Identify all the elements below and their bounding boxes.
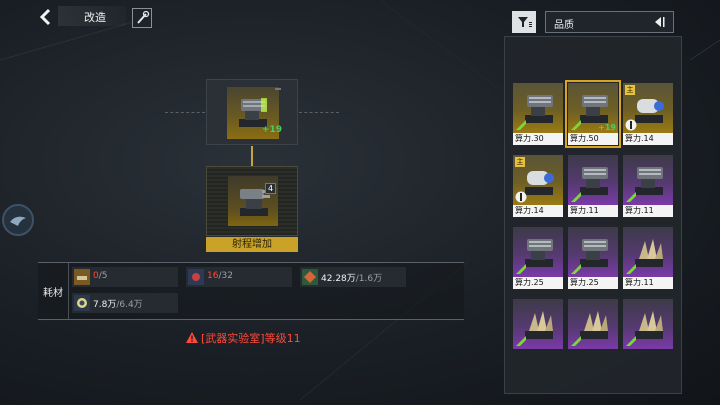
materials-title: 耗材 — [43, 288, 63, 299]
upgrade-arrow-icon — [516, 336, 526, 346]
card-power: 算力.25 — [568, 277, 618, 289]
inventory-card[interactable]: 算力.30 — [513, 83, 563, 145]
material-item[interactable]: 42.28万/1.6万 — [300, 267, 406, 287]
card-art — [513, 83, 563, 133]
coin-icon — [74, 295, 90, 311]
material-have: 7.8万 — [93, 300, 117, 310]
page-title: 改造 — [84, 11, 106, 24]
card-power: 算力.30 — [513, 133, 563, 145]
upgrade-arrow-icon — [571, 120, 581, 130]
item-count-badge — [275, 88, 281, 90]
upgrade-arrow-icon — [571, 336, 581, 346]
gatling-turret-icon — [239, 98, 267, 127]
card-art — [623, 155, 673, 205]
card-upgrade-level: +19 — [598, 123, 616, 132]
upgrade-arrow-icon — [516, 120, 526, 130]
sort-order-icon — [655, 17, 665, 27]
inventory-card[interactable]: 算力.11 — [623, 155, 673, 217]
card-power: 算力.11 — [623, 205, 673, 217]
inventory-card[interactable] — [568, 299, 618, 361]
bird-emblem-icon — [10, 216, 26, 226]
main-tag: 主 — [625, 85, 635, 95]
material-have: 42.28万 — [321, 274, 356, 284]
card-power: 算力.25 — [513, 277, 563, 289]
material-need: /5 — [98, 271, 108, 281]
wrench-button[interactable] — [132, 8, 152, 28]
wrench-icon — [137, 10, 150, 24]
inventory-card[interactable]: 主算力.14 — [513, 155, 563, 217]
material-item[interactable]: 16/32 — [186, 267, 292, 287]
upgrade-arrow-icon — [626, 264, 636, 274]
card-art — [568, 155, 618, 205]
material-need: /32 — [218, 271, 233, 281]
upgrade-arrow-icon — [516, 264, 526, 274]
card-art — [623, 299, 673, 349]
upgrade-arrow-icon — [626, 192, 636, 202]
card-art — [513, 299, 563, 349]
card-power: 算力.11 — [623, 277, 673, 289]
connector-left — [165, 112, 205, 113]
filter-button[interactable] — [512, 11, 536, 33]
card-art — [513, 227, 563, 277]
shield-icon — [625, 119, 637, 131]
card-art: 主 — [513, 155, 563, 205]
card-power: 算力.14 — [513, 205, 563, 217]
cannon-part-icon — [74, 269, 90, 285]
upgrade-level-label: +19 — [261, 125, 282, 135]
main-tag: 主 — [515, 157, 525, 167]
warning-text: [武器实验室]等级11 — [201, 332, 301, 345]
inventory-card[interactable]: 算力.11 — [623, 227, 673, 289]
shield-icon — [515, 191, 527, 203]
ore-icon — [302, 269, 318, 285]
card-art — [623, 227, 673, 277]
sort-dropdown[interactable]: 品质 — [545, 11, 674, 33]
materials-panel: 耗材 0/5 16/32 42.28万/1.6万 7.8万/6.4万 — [38, 262, 464, 320]
material-need: /1.6万 — [355, 274, 383, 284]
card-power: 算力.11 — [568, 205, 618, 217]
upgrade-arrow-icon — [571, 264, 581, 274]
inventory-card[interactable] — [513, 299, 563, 361]
inventory-card[interactable]: 主算力.14 — [623, 83, 673, 145]
upgrade-arrow-icon — [626, 336, 636, 346]
material-need: /6.4万 — [116, 300, 143, 310]
side-menu-button[interactable] — [2, 204, 34, 236]
back-button[interactable] — [36, 8, 56, 26]
chevron-left-icon — [39, 8, 51, 26]
inventory-card[interactable] — [623, 299, 673, 361]
card-art — [568, 299, 618, 349]
card-art: 主 — [623, 83, 673, 133]
upgrade-connector — [251, 146, 253, 166]
item-count-badge: 4 — [265, 183, 277, 194]
sort-label: 品质 — [554, 20, 574, 31]
effect-label: 射程增加 — [206, 237, 298, 252]
inventory-card[interactable]: 算力.25 — [513, 227, 563, 289]
inventory-card[interactable]: 算力.11 — [568, 155, 618, 217]
card-art: +19 — [568, 83, 618, 133]
materials-header: 耗材 — [38, 263, 69, 319]
component-icon — [188, 269, 204, 285]
upgrade-arrow-icon — [571, 192, 581, 202]
current-equipment-slot[interactable]: +19 — [206, 79, 298, 145]
warning-icon — [186, 332, 198, 343]
card-art — [568, 227, 618, 277]
card-power: 算力.50 — [568, 133, 618, 145]
filter-icon — [518, 17, 532, 27]
material-have: 16 — [207, 271, 219, 281]
requirement-warning: [武器实验室]等级11 — [186, 330, 301, 346]
result-equipment-slot[interactable]: 4 — [206, 166, 298, 236]
card-power: 算力.14 — [623, 133, 673, 145]
inventory-card[interactable]: +19 算力.50 — [565, 80, 621, 148]
material-item[interactable]: 7.8万/6.4万 — [72, 293, 178, 313]
inventory-card[interactable]: 算力.25 — [568, 227, 618, 289]
material-item[interactable]: 0/5 — [72, 267, 178, 287]
connector-right — [299, 112, 339, 113]
current-equipment-art: +19 — [227, 87, 282, 139]
